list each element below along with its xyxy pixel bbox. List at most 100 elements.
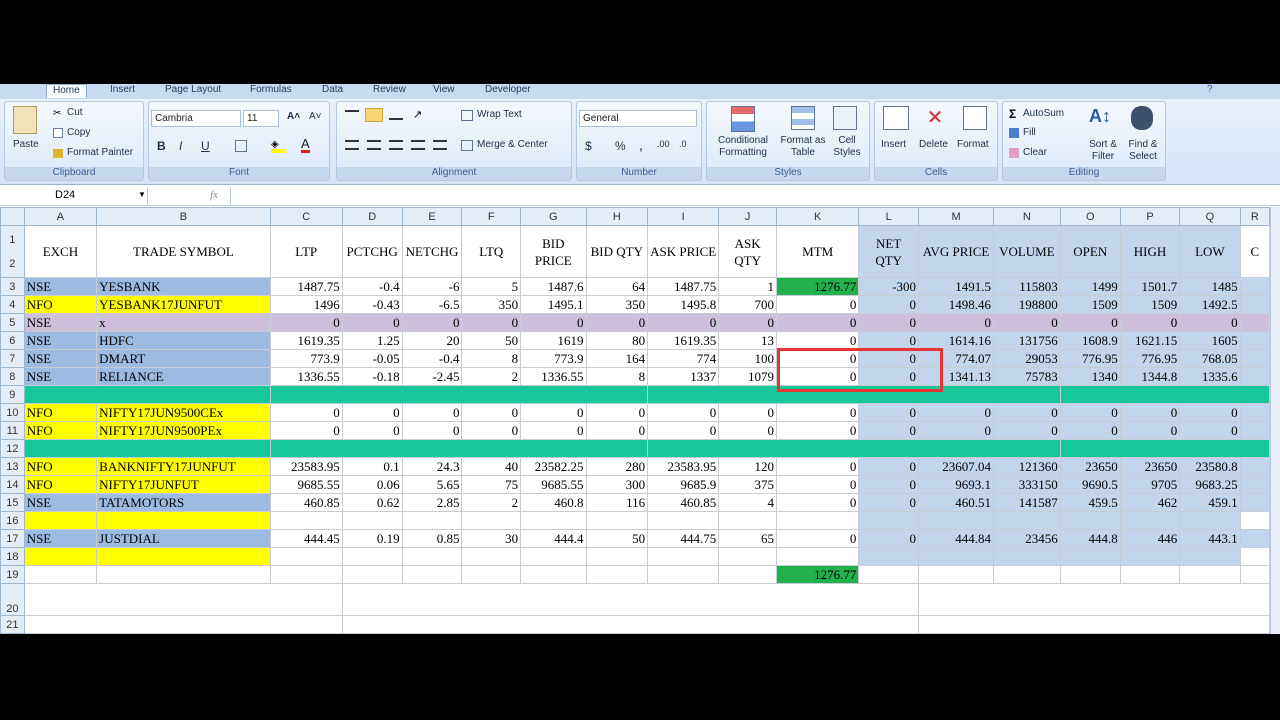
empty-cell[interactable] [23, 583, 343, 616]
value-cell[interactable]: 75 [461, 475, 522, 494]
value-cell[interactable]: 23582.25 [520, 457, 587, 476]
value-cell[interactable]: 0 [401, 421, 463, 440]
value-cell[interactable]: 773.9 [269, 349, 343, 368]
header-cell[interactable]: LTP [269, 225, 343, 278]
value-cell[interactable]: -0.43 [341, 295, 403, 314]
empty-cell[interactable] [520, 547, 587, 566]
empty-cell[interactable] [776, 547, 860, 566]
increase-indent-icon[interactable] [433, 140, 447, 150]
value-cell[interactable]: 1 [718, 277, 778, 296]
header-cell[interactable]: OPEN [1059, 225, 1121, 278]
column-header[interactable]: J [718, 207, 778, 226]
row-header[interactable]: 9 [0, 385, 25, 404]
value-cell[interactable]: 1491.5 [918, 277, 995, 296]
column-header[interactable]: F [461, 207, 522, 226]
value-cell[interactable]: 460.8 [520, 493, 587, 512]
empty-cell[interactable] [341, 511, 403, 530]
exch-cell[interactable]: NSE [23, 529, 98, 548]
value-cell[interactable]: 0 [776, 313, 860, 332]
value-cell[interactable]: 9693.1 [918, 475, 995, 494]
row-header[interactable]: 21 [0, 615, 25, 634]
value-cell[interactable]: 0 [718, 313, 778, 332]
column-header[interactable]: A [23, 207, 98, 226]
column-header[interactable]: Q [1179, 207, 1241, 226]
empty-cell[interactable] [1059, 511, 1121, 530]
value-cell[interactable]: 0 [341, 421, 403, 440]
fx-icon[interactable]: fx [210, 189, 218, 201]
value-cell[interactable]: 776.95 [1119, 349, 1181, 368]
row-header[interactable]: 13 [0, 457, 25, 476]
empty-cell[interactable] [1059, 547, 1121, 566]
value-cell[interactable]: 0 [858, 529, 920, 548]
symbol-cell[interactable]: RELIANCE [96, 367, 271, 386]
value-cell[interactable]: 1495.8 [647, 295, 720, 314]
value-cell[interactable]: 1619 [520, 331, 587, 350]
value-cell[interactable]: 0.19 [341, 529, 403, 548]
value-cell[interactable]: 700 [718, 295, 778, 314]
formula-input[interactable] [230, 187, 1268, 205]
value-cell[interactable]: 0.06 [341, 475, 403, 494]
value-cell[interactable]: 1276.77 [776, 277, 860, 296]
symbol-cell[interactable]: YESBANK17JUNFUT [96, 295, 271, 314]
strategy-label[interactable] [269, 439, 649, 458]
value-cell[interactable]: 1614.16 [918, 331, 995, 350]
value-cell[interactable] [1239, 457, 1270, 476]
value-cell[interactable] [1239, 349, 1270, 368]
row-header[interactable]: 12 [0, 439, 25, 458]
column-header[interactable]: M [918, 207, 995, 226]
value-cell[interactable]: 23650 [1059, 457, 1121, 476]
empty-cell[interactable] [23, 511, 98, 530]
empty-cell[interactable] [1179, 511, 1241, 530]
value-cell[interactable]: 462 [1119, 493, 1181, 512]
value-cell[interactable]: 460.85 [647, 493, 720, 512]
bottom-align-icon[interactable] [389, 110, 403, 120]
strategy-label[interactable] [23, 385, 271, 404]
value-cell[interactable]: 120 [718, 457, 778, 476]
value-cell[interactable]: 5.65 [401, 475, 463, 494]
row-header[interactable]: 8 [0, 367, 25, 386]
value-cell[interactable]: 1496 [269, 295, 343, 314]
tab-page-layout[interactable]: Page Layout [165, 84, 221, 95]
value-cell[interactable] [1239, 277, 1270, 296]
align-center-icon[interactable] [367, 140, 381, 150]
value-cell[interactable]: 1605 [1179, 331, 1241, 350]
value-cell[interactable] [1239, 475, 1270, 494]
middle-align-icon[interactable] [365, 108, 383, 122]
column-header[interactable]: P [1119, 207, 1181, 226]
wrap-text-button[interactable]: Wrap Text [477, 109, 522, 120]
value-cell[interactable]: 8 [585, 367, 649, 386]
value-cell[interactable]: 0 [269, 313, 343, 332]
format-as-table-button[interactable]: Format as Table [779, 135, 827, 159]
value-cell[interactable]: 1336.55 [520, 367, 587, 386]
value-cell[interactable]: 20 [401, 331, 463, 350]
value-cell[interactable]: 1487.6 [520, 277, 587, 296]
symbol-cell[interactable]: DMART [96, 349, 271, 368]
value-cell[interactable]: 350 [585, 295, 649, 314]
value-cell[interactable]: 0 [993, 313, 1061, 332]
empty-cell[interactable] [993, 547, 1061, 566]
empty-cell[interactable] [269, 565, 343, 584]
value-cell[interactable]: 0 [858, 367, 920, 386]
orientation-icon[interactable]: ↗ [413, 108, 422, 121]
header-cell[interactable]: AVG PRICE [918, 225, 995, 278]
value-cell[interactable] [1239, 313, 1270, 332]
header-cell[interactable]: PCTCHG [341, 225, 403, 278]
header-cell[interactable]: BID PRICE [520, 225, 587, 278]
value-cell[interactable]: 444.84 [918, 529, 995, 548]
value-cell[interactable]: 0 [776, 421, 860, 440]
value-cell[interactable]: 9685.9 [647, 475, 720, 494]
value-cell[interactable]: 80 [585, 331, 649, 350]
value-cell[interactable]: 0 [776, 349, 860, 368]
value-cell[interactable]: 23583.95 [269, 457, 343, 476]
value-cell[interactable] [1239, 403, 1270, 422]
select-all-corner[interactable] [0, 207, 25, 226]
increase-decimal-button[interactable]: .00 [657, 139, 670, 149]
tab-home[interactable]: Home [46, 84, 87, 98]
empty-cell[interactable] [858, 547, 920, 566]
value-cell[interactable]: 0 [918, 313, 995, 332]
row-header[interactable]: 4 [0, 295, 25, 314]
value-cell[interactable]: 50 [461, 331, 522, 350]
value-cell[interactable]: 0 [776, 331, 860, 350]
empty-cell[interactable] [918, 547, 995, 566]
autosum-button[interactable]: AutoSum [1023, 108, 1064, 119]
